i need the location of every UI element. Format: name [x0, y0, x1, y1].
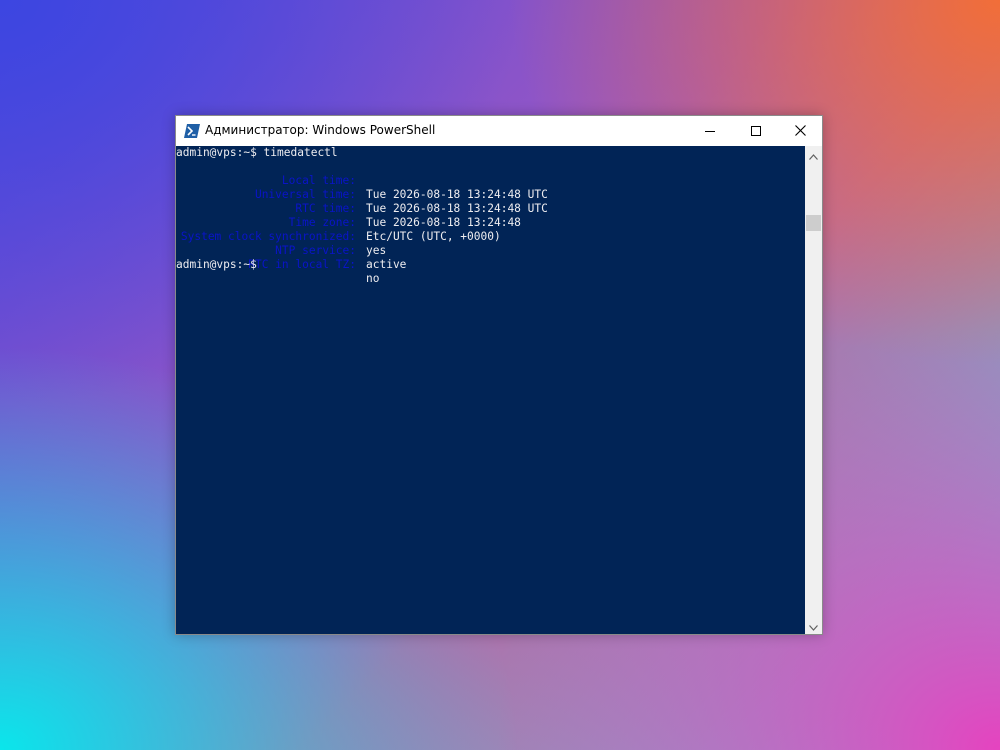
- title-bar[interactable]: Администратор: Windows PowerShell: [176, 116, 822, 146]
- minimize-button[interactable]: [687, 116, 733, 145]
- shell-prompt: admin@vps:~$: [176, 258, 257, 271]
- close-button[interactable]: [777, 116, 823, 145]
- chevron-down-icon: [809, 616, 818, 635]
- scroll-thumb[interactable]: [806, 215, 821, 231]
- maximize-button[interactable]: [733, 116, 779, 145]
- output-row-ntp-service: NTP service: active: [176, 230, 806, 271]
- powershell-icon: [184, 123, 200, 138]
- powershell-window[interactable]: Администратор: Windows PowerShell admin@…: [175, 115, 823, 635]
- scroll-down-button[interactable]: [805, 617, 822, 634]
- minimize-icon: [705, 121, 715, 140]
- output-value: no: [366, 272, 380, 285]
- chevron-up-icon: [809, 145, 818, 164]
- output-row-universal-time: Universal time: Tue 2026-08-18 13:24:48 …: [176, 174, 806, 215]
- output-row-time-zone: Time zone: Etc/UTC (UTC, +0000): [176, 202, 806, 243]
- command-line: admin@vps:~$ timedatectl: [176, 146, 338, 159]
- maximize-icon: [751, 121, 761, 140]
- console-output[interactable]: admin@vps:~$ timedatectl Local time: Tue…: [176, 146, 806, 634]
- output-row-rtc-local-tz: RTC in local TZ: no: [176, 244, 806, 285]
- scroll-up-button[interactable]: [805, 146, 822, 163]
- output-row-rtc-time: RTC time: Tue 2026-08-18 13:24:48: [176, 188, 806, 229]
- output-row-clock-synchronized: System clock synchronized: yes: [176, 216, 806, 257]
- vertical-scrollbar[interactable]: [805, 146, 822, 634]
- close-icon: [794, 121, 806, 140]
- output-value: active: [366, 258, 407, 271]
- window-title: Администратор: Windows PowerShell: [205, 123, 436, 137]
- output-row-local-time: Local time: Tue 2026-08-18 13:24:48 UTC: [176, 160, 806, 201]
